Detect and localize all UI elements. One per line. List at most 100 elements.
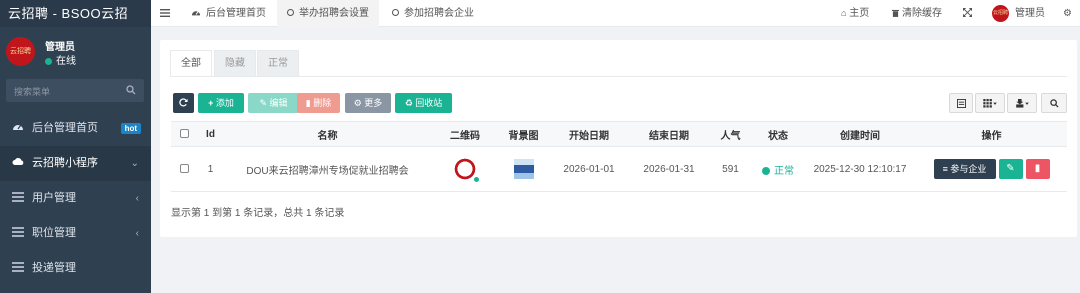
- trash-icon: [892, 9, 899, 17]
- status-dot-icon: [762, 166, 770, 175]
- chevron-down-icon: ⌄: [130, 158, 139, 169]
- more-button[interactable]: ⚙ 更多: [345, 93, 391, 113]
- recycle-icon: ♻: [404, 98, 413, 108]
- add-label: 添加: [215, 98, 234, 108]
- sidebar-item-jobs[interactable]: 职位管理 ‹: [0, 216, 151, 251]
- pencil-icon: ✎: [1006, 163, 1015, 174]
- tab-participating-companies[interactable]: 参加招聘会企业: [382, 0, 484, 27]
- edit-button[interactable]: ✎ 编辑: [248, 93, 299, 113]
- user-menu[interactable]: 管理员: [1015, 0, 1045, 27]
- column-header: 操作: [916, 121, 1067, 147]
- avatar[interactable]: 云招聘: [6, 37, 35, 66]
- hot-badge: hot: [120, 123, 141, 134]
- gears-icon: ⚙: [1063, 8, 1072, 19]
- sidebar-item-label: 投递管理: [32, 262, 76, 274]
- row-delete-button[interactable]: ▮: [1025, 159, 1050, 179]
- sidebar: 云招聘 - BSOO云招 云招聘 管理员 在线 搜索菜单 后台管理首页 hot …: [0, 0, 151, 293]
- more-label: 更多: [364, 98, 383, 108]
- gauge-icon: [191, 11, 201, 16]
- edit-label: 编辑: [269, 98, 288, 108]
- data-table: Id 名称 二维码 背景图 开始日期 结束日期 人气 状态 创建时间 操作 1 …: [171, 121, 1067, 192]
- menu-search-input[interactable]: 搜索菜单: [6, 79, 144, 102]
- column-header[interactable]: 人气: [709, 121, 752, 147]
- column-header[interactable]: 开始日期: [549, 121, 629, 147]
- list-icon: [12, 192, 24, 202]
- qrcode-image[interactable]: [450, 154, 480, 184]
- clear-cache-link[interactable]: 清除缓存: [892, 0, 942, 27]
- trash-icon: ▮: [305, 98, 311, 108]
- table-header: Id 名称 二维码 背景图 开始日期 结束日期 人气 状态 创建时间 操作: [171, 121, 1067, 147]
- gear-icon: ⚙: [353, 98, 362, 108]
- tab-label: 举办招聘会设置: [299, 8, 369, 19]
- column-header[interactable]: Id: [198, 121, 223, 147]
- wechat-badge-icon: [473, 176, 480, 183]
- delete-button[interactable]: ▮ 删除: [297, 93, 340, 113]
- sidebar-item-label: 职位管理: [32, 227, 76, 239]
- add-button[interactable]: + 添加: [198, 93, 244, 113]
- chevron-left-icon: ‹: [135, 228, 139, 239]
- recycle-label: 回收站: [415, 98, 443, 108]
- status-badge: 正常: [774, 165, 794, 177]
- grid-icon: [982, 99, 997, 108]
- sidebar-item-dashboard[interactable]: 后台管理首页 hot: [0, 111, 151, 146]
- fullscreen-button[interactable]: [963, 0, 972, 27]
- pencil-icon: ✎: [259, 98, 267, 108]
- tab-label: 后台管理首页: [206, 8, 266, 19]
- cloud-icon: [12, 158, 24, 165]
- topbar: 后台管理首页 举办招聘会设置 参加招聘会企业 ⌂ 主页 清除缓存 云招聘 管理员…: [151, 0, 1080, 27]
- column-header[interactable]: 状态: [752, 121, 804, 147]
- tab-dashboard[interactable]: 后台管理首页: [178, 0, 279, 27]
- row-edit-button[interactable]: ✎: [998, 159, 1023, 179]
- column-header[interactable]: 名称: [223, 121, 432, 147]
- home-label: 主页: [849, 8, 870, 19]
- download-icon: [1015, 99, 1029, 108]
- recycle-bin-button[interactable]: ♻ 回收站: [395, 93, 452, 113]
- chevron-left-icon: ‹: [135, 193, 139, 204]
- refresh-button[interactable]: [173, 93, 194, 113]
- export-button[interactable]: [1007, 93, 1037, 113]
- sidebar-item-label: 用户管理: [32, 192, 76, 204]
- tab-all[interactable]: 全部: [170, 50, 212, 76]
- tab-job-fair-settings[interactable]: 举办招聘会设置: [277, 0, 379, 27]
- tab-normal[interactable]: 正常: [257, 50, 299, 76]
- home-link[interactable]: ⌂ 主页: [841, 0, 869, 27]
- cell-name: DOU来云招聘漳州专场促就业招聘会: [223, 146, 432, 192]
- search-placeholder: 搜索菜单: [14, 87, 51, 97]
- pagination-info: 显示第 1 到第 1 条记录，总共 1 条记录: [171, 208, 345, 219]
- select-all-checkbox[interactable]: [180, 129, 189, 139]
- fullscreen-icon: [963, 8, 972, 17]
- column-header: 二维码: [432, 121, 498, 147]
- sidebar-item-users[interactable]: 用户管理 ‹: [0, 181, 151, 216]
- avatar[interactable]: 云招聘: [992, 5, 1009, 22]
- cell-status: 正常: [752, 146, 804, 192]
- tab-hidden[interactable]: 隐藏: [214, 50, 256, 76]
- circle-icon: [392, 9, 399, 16]
- online-dot-icon: [45, 58, 52, 65]
- search-toggle-button[interactable]: [1041, 93, 1067, 113]
- user-panel: 云招聘 管理员 在线: [0, 27, 151, 74]
- settings-button[interactable]: ⚙: [1063, 0, 1072, 27]
- table-row[interactable]: 1 DOU来云招聘漳州专场促就业招聘会 2026-01-01 2026-01-3…: [171, 146, 1067, 192]
- participating-companies-button[interactable]: ≡ 参与企业: [933, 159, 996, 179]
- background-image-thumbnail[interactable]: [513, 159, 534, 179]
- cell-actions: ≡ 参与企业 ✎ ▮: [916, 146, 1067, 192]
- gauge-icon: [13, 125, 23, 130]
- menu-toggle-icon[interactable]: [160, 8, 170, 18]
- column-header: 背景图: [498, 121, 549, 147]
- columns-button[interactable]: [975, 93, 1005, 113]
- plus-icon: +: [208, 98, 214, 108]
- column-header[interactable]: 结束日期: [629, 121, 709, 147]
- tab-label: 参加招聘会企业: [404, 8, 474, 19]
- sidebar-item-label: 后台管理首页: [32, 122, 98, 134]
- circle-icon: [287, 9, 294, 16]
- sidebar-item-deliveries[interactable]: 投递管理: [0, 251, 151, 286]
- column-header[interactable]: 创建时间: [804, 121, 916, 147]
- toggle-view-button[interactable]: [949, 93, 973, 113]
- search-icon: [1049, 99, 1059, 108]
- row-checkbox[interactable]: [180, 164, 189, 174]
- cell-start-date: 2026-01-01: [549, 146, 629, 192]
- sidebar-item-mini-program[interactable]: 云招聘小程序 ⌄: [0, 146, 151, 181]
- cell-id: 1: [198, 146, 223, 192]
- table-view-icon: [956, 99, 966, 108]
- join-label: 参与企业: [950, 164, 987, 174]
